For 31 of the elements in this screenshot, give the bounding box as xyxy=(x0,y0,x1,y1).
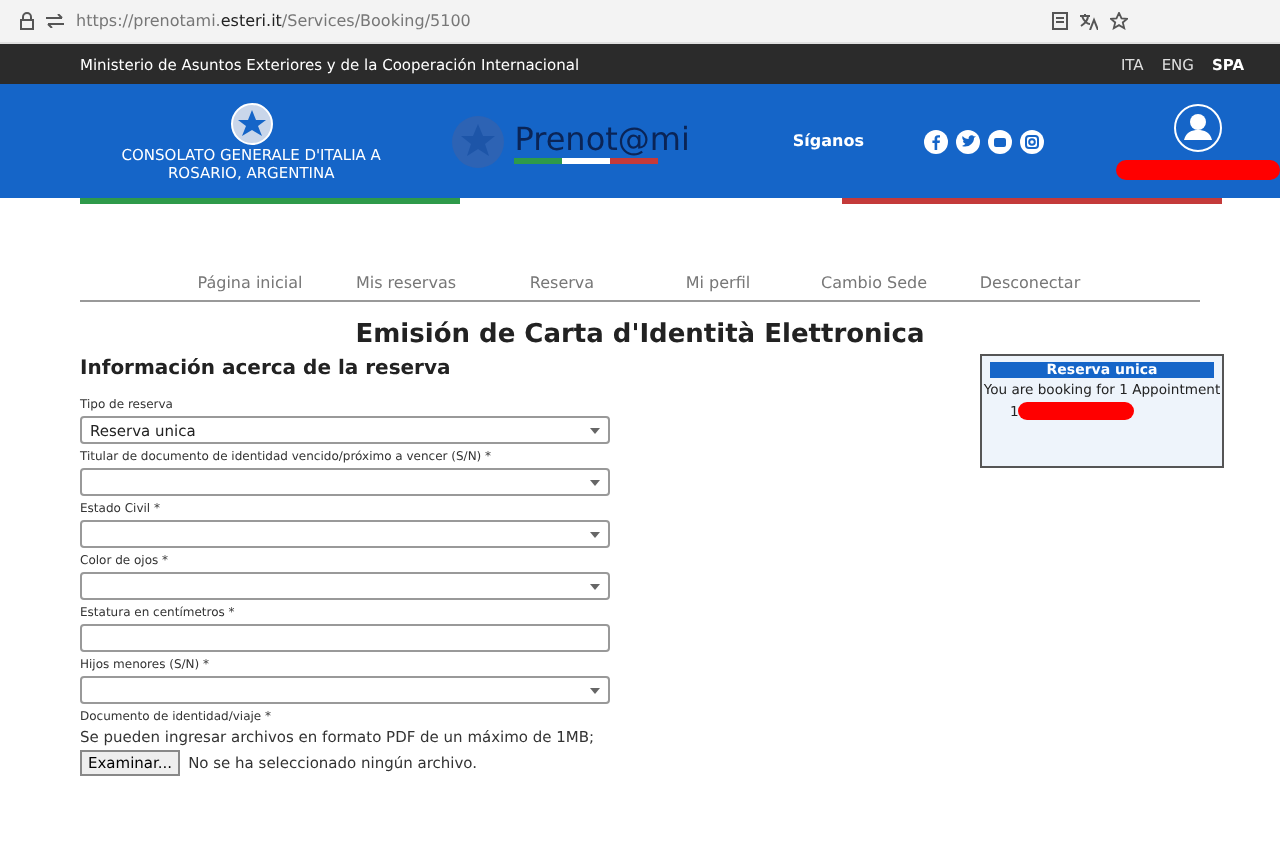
nav-link[interactable]: Cambio Sede xyxy=(796,274,952,292)
caret-icon xyxy=(590,531,600,537)
logo-text: Prenot@mi xyxy=(514,119,690,157)
bird-icon[interactable] xyxy=(956,129,980,153)
nav-link[interactable]: Reserva xyxy=(484,274,640,292)
follow-label: Síganos xyxy=(792,132,864,150)
input-field[interactable] xyxy=(80,624,610,652)
camera-icon[interactable] xyxy=(1020,129,1044,153)
star-icon[interactable] xyxy=(1110,12,1128,30)
caret-icon xyxy=(590,687,600,693)
select-field[interactable] xyxy=(80,520,610,548)
page-title: Emisión de Carta d'Identità Elettronica xyxy=(353,320,927,350)
nav-link[interactable]: Desconectar xyxy=(952,274,1108,292)
reader-icon[interactable] xyxy=(1052,12,1068,30)
nav-link[interactable]: Página inicial xyxy=(172,274,328,292)
nav-link[interactable]: Mi perfil xyxy=(640,274,796,292)
nav-link[interactable]: Mis reservas xyxy=(328,274,484,292)
caret-icon xyxy=(590,583,600,589)
facebook-icon[interactable] xyxy=(924,129,948,153)
section-heading: Información acerca de la reserva xyxy=(80,358,453,380)
lock-icon xyxy=(20,12,34,30)
user-icon[interactable] xyxy=(1174,103,1222,151)
select-field[interactable] xyxy=(80,468,610,496)
caret-icon xyxy=(590,427,600,433)
video-icon[interactable] xyxy=(988,129,1012,153)
select-field[interactable] xyxy=(80,676,610,704)
caret-icon xyxy=(590,479,600,485)
translate-icon[interactable] xyxy=(1080,12,1098,30)
emblem-icon xyxy=(229,101,274,145)
select-field[interactable] xyxy=(80,572,610,600)
redaction-mark xyxy=(1018,402,1135,420)
